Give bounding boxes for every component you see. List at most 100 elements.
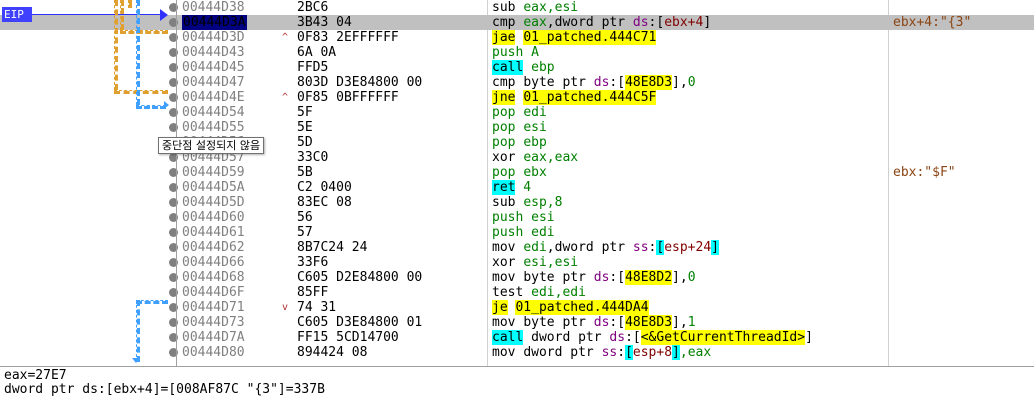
disassembly-row[interactable]: 00444D5A C2 0400 ret 4: [0, 180, 1034, 195]
instruction-text: pop esi: [492, 120, 547, 135]
instruction-token: xor: [492, 255, 524, 270]
instruction-text: jne 01_patched.444C5F: [492, 90, 657, 105]
instruction-token: test: [492, 285, 532, 300]
disassembly-row[interactable]: 00444D5D 83EC 08 sub esp,8: [0, 195, 1034, 210]
instruction-text: sub esp,8: [492, 195, 562, 210]
disassembly-row[interactable]: 00444D47 803D D3E84800 00 cmp byte ptr ds:…: [0, 75, 1034, 90]
instruction-address: 00444D3D: [182, 30, 245, 45]
disassembly-row[interactable]: 00444D57 33C0 xor eax,eax: [0, 150, 1034, 165]
instruction-comment: ebx:"$F": [893, 165, 956, 180]
instruction-address: 00444D43: [182, 45, 245, 60]
instruction-token: ,eax: [679, 345, 712, 360]
instruction-address: 00444D3A: [182, 15, 247, 30]
instruction-token: A: [531, 45, 539, 60]
instruction-token: esi,esi: [523, 255, 579, 270]
instruction-address: 00444D45: [182, 60, 245, 75]
instruction-token: edi,edi: [531, 285, 586, 300]
disassembly-row[interactable]: 00444D43 6A 0A push A: [0, 45, 1034, 60]
jump-line: [114, 90, 168, 94]
disassembly-row[interactable]: 00444D62 8B7C24 24 mov edi,dword ptr ss:[e…: [0, 240, 1034, 255]
disassembly-row[interactable]: 00444D61 57 push edi: [0, 225, 1034, 240]
instruction-token: edi: [531, 225, 555, 240]
disassembly-row[interactable]: 00444D66 33F6 xor esi,esi: [0, 255, 1034, 270]
instruction-text: sub eax,esi: [492, 0, 578, 15]
instruction-token: 01_patched.444C5F: [523, 90, 657, 105]
instruction-bytes: 894424 08: [297, 345, 368, 360]
instruction-token: ds: [609, 330, 626, 345]
instruction-token: ss: [632, 240, 649, 255]
instruction-text: xor eax,eax: [492, 150, 578, 165]
instruction-token: cmp: [492, 75, 524, 90]
instruction-token: :[: [609, 75, 626, 90]
instruction-address: 00444D5A: [182, 180, 245, 195]
jump-line: [136, 105, 166, 109]
disassembly-row[interactable]: 00444D68 C605 D2E84800 00 mov byte ptr ds:…: [0, 270, 1034, 285]
disassembly-row[interactable]: 00444D60 56 push esi: [0, 210, 1034, 225]
instruction-address: 00444D54: [182, 105, 245, 120]
instruction-token: 48E8D2: [625, 270, 673, 285]
instruction-token: ds: [593, 315, 610, 330]
disassembly-row[interactable]: 00444D73 C605 D3E84800 01 mov byte ptr ds:…: [0, 315, 1034, 330]
instruction-bytes: 74 31: [297, 300, 337, 315]
instruction-bytes: 8B7C24 24: [297, 240, 368, 255]
instruction-bytes: 5B: [297, 165, 313, 180]
instruction-token: eax,esi: [523, 0, 579, 15]
instruction-token: pop: [492, 135, 524, 150]
instruction-token: call: [492, 60, 524, 75]
instruction-token: [: [625, 345, 633, 360]
instruction-token: pop: [492, 105, 524, 120]
gutter-separator: [176, 0, 177, 366]
instruction-token: je: [492, 300, 508, 315]
instruction-bytes: 5F: [297, 105, 313, 120]
instruction-token: ebp: [523, 60, 555, 75]
disassembly-row[interactable]: 00444D59 5B pop ebx ebx:"$F": [0, 165, 1034, 180]
jump-line: [136, 300, 168, 304]
instruction-token: :[: [648, 15, 665, 30]
instruction-token: ebp: [523, 135, 547, 150]
disassembly-row[interactable]: 00444D565Dpop ebp: [0, 135, 1034, 150]
instruction-address: 00444D66: [182, 255, 245, 270]
disassembly-view[interactable]: 00444D38 2BC6 sub eax,esi 00444D3A 3B43 04 cm…: [0, 0, 1034, 366]
instruction-token: push: [492, 45, 532, 60]
instruction-comment: ebx+4:"{3": [893, 15, 972, 30]
disassembly-row[interactable]: 00444D45 FFD5 call ebp: [0, 60, 1034, 75]
instruction-token: push: [492, 225, 532, 240]
instruction-token: esi: [523, 120, 547, 135]
instruction-bytes: C605 D3E84800 01: [297, 315, 423, 330]
eip-arrow-line: [32, 14, 164, 15]
jump-up-icon: ^: [282, 32, 289, 43]
instruction-bytes: 5E: [297, 120, 313, 135]
disassembly-row[interactable]: 00444D80 894424 08 mov dword ptr ss:[esp+8…: [0, 345, 1034, 360]
disassembly-row[interactable]: 00444D3A 3B43 04 cmp eax,dword ptr ds:[ebx…: [0, 15, 1034, 30]
breakpoint-tooltip: 중단점 설정되지 않음: [158, 137, 265, 154]
instruction-text: cmp eax,dword ptr ds:[ebx+4]: [492, 15, 711, 30]
instruction-token: ],: [672, 270, 688, 285]
instruction-token: 01_patched.444DA4: [515, 300, 649, 315]
instruction-token: pop: [492, 120, 524, 135]
instruction-bytes: FFD5: [297, 60, 329, 75]
instruction-token: 48E8D3: [625, 75, 673, 90]
eip-label: EIP: [2, 7, 32, 22]
instruction-address: 00444D38: [182, 0, 245, 15]
disassembly-row[interactable]: 00444D6F 85FF test edi,edi: [0, 285, 1034, 300]
instruction-text: push esi: [492, 210, 555, 225]
instruction-token: esp+24: [664, 240, 712, 255]
instruction-bytes: 33F6: [297, 255, 329, 270]
instruction-address: 00444D6F: [182, 285, 245, 300]
jump-arrow-head-icon: [132, 358, 140, 363]
instruction-token: ,dword ptr: [546, 15, 633, 30]
instruction-address: 00444D60: [182, 210, 245, 225]
instruction-bytes: 2BC6: [297, 0, 329, 15]
instruction-address: 00444D55: [182, 120, 245, 135]
jump-line: [136, 300, 140, 362]
instruction-address: 00444D73: [182, 315, 245, 330]
disassembly-row[interactable]: 00444D38 2BC6 sub eax,esi: [0, 0, 1034, 15]
instruction-text: call dword ptr ds:[<&GetCurrentThreadId>…: [492, 330, 813, 345]
disassembly-row[interactable]: 00444D55 5E pop esi: [0, 120, 1034, 135]
instruction-text: mov edi,dword ptr ss:[esp+24]: [492, 240, 719, 255]
instruction-token: jae: [492, 30, 516, 45]
instruction-token: ds: [593, 75, 610, 90]
instruction-token: 01_patched.444C71: [523, 30, 657, 45]
instruction-bytes: 3B43 04: [297, 15, 352, 30]
disassembly-row[interactable]: 00444D7A FF15 5CD14700 call dword ptr ds:[…: [0, 330, 1034, 345]
